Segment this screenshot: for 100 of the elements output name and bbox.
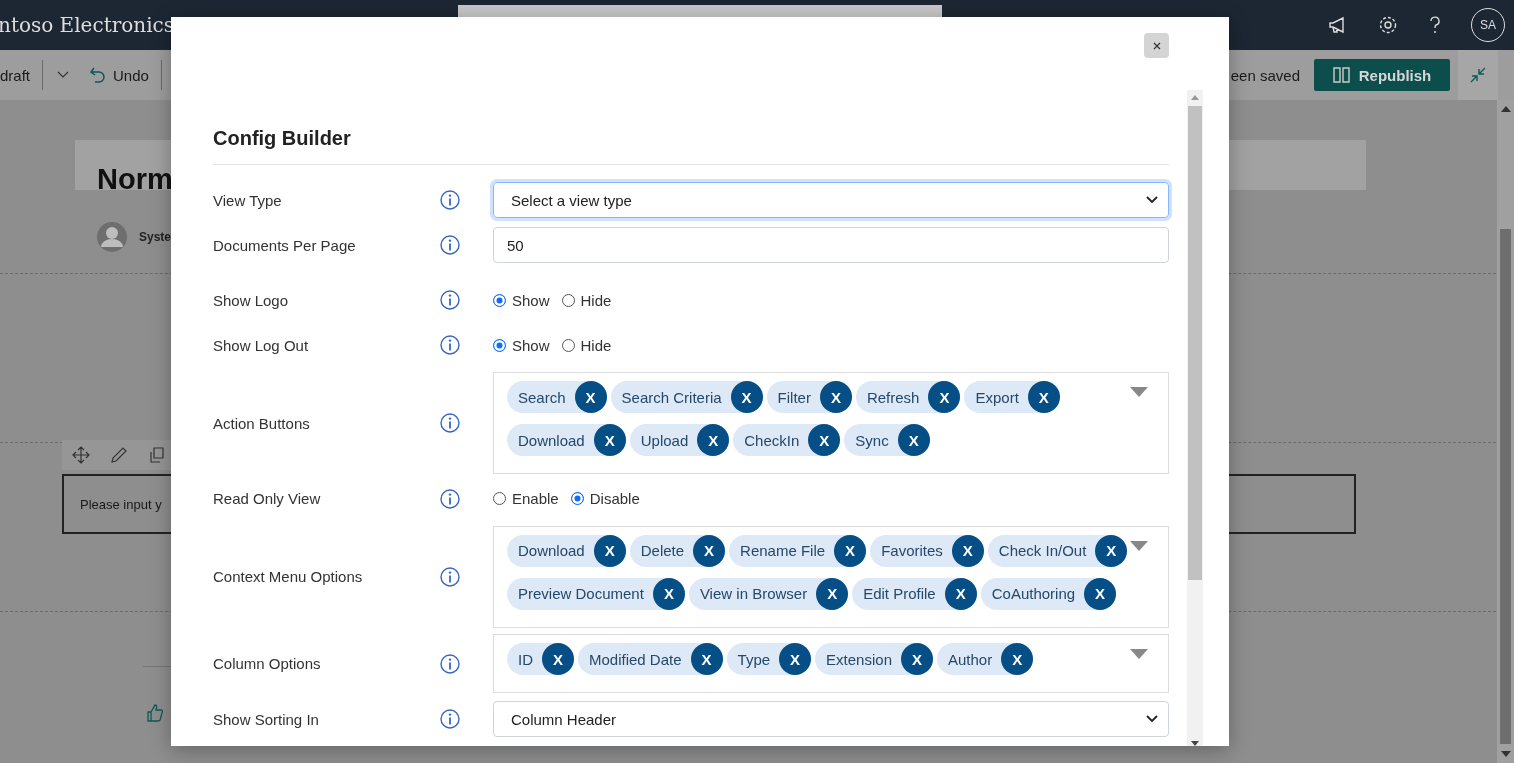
info-icon[interactable] (440, 335, 460, 355)
field-label: Read Only View (213, 490, 322, 508)
remove-tag-button[interactable]: X (834, 534, 867, 567)
info-icon[interactable] (440, 413, 460, 433)
remove-tag-button[interactable]: X (697, 424, 730, 456)
help-icon[interactable] (1427, 14, 1443, 36)
author-name[interactable]: Syste (139, 230, 172, 244)
remove-tag-button[interactable]: X (574, 381, 607, 413)
book-icon (1332, 67, 1350, 83)
info-icon[interactable] (440, 709, 460, 729)
pencil-icon[interactable] (110, 446, 128, 464)
close-icon (1152, 41, 1161, 50)
page-scrollbar[interactable] (1497, 100, 1514, 763)
republish-button[interactable]: Republish (1314, 59, 1450, 91)
remove-tag-button[interactable]: X (693, 534, 726, 567)
radio-option[interactable]: Hide (561, 336, 612, 354)
tag-label: Author (947, 650, 993, 668)
settings-icon[interactable] (1377, 14, 1399, 36)
copy-icon[interactable] (148, 446, 166, 464)
person-silhouette-icon (97, 222, 127, 252)
caret-icon[interactable] (1130, 540, 1148, 551)
tag-label: Delete (640, 542, 685, 560)
tag-label: Extension (826, 650, 892, 668)
save-draft-button[interactable]: draft (0, 66, 30, 84)
tag-label: View in Browser (699, 585, 808, 603)
tag-label: Rename File (740, 542, 826, 560)
remove-tag-button[interactable]: X (1095, 534, 1128, 567)
multiselect-field[interactable]: Download X Delete X Rename File X Favorites X Check In/Out X Preview Document X View in Browser X Edit Profile X CoAuthoring X (493, 525, 1169, 628)
dropdown-field[interactable]: Select a view type (493, 182, 1169, 218)
radio-option[interactable]: Show (493, 336, 550, 354)
radio-option[interactable]: Hide (561, 291, 612, 309)
caret-icon[interactable] (1130, 649, 1148, 660)
undo-icon[interactable] (89, 66, 107, 84)
chevron-icon (1146, 196, 1158, 204)
remove-tag-button[interactable]: X (779, 643, 812, 676)
radio-option[interactable]: Show (493, 291, 550, 309)
remove-tag-button[interactable]: X (730, 381, 763, 413)
tag-label: Download (518, 431, 585, 449)
remove-tag-button[interactable]: X (1027, 381, 1060, 413)
info-icon[interactable] (440, 566, 460, 587)
remove-tag-button[interactable]: X (1001, 643, 1034, 676)
field-label: Action Buttons (213, 414, 311, 432)
radio-option[interactable]: Disable (570, 490, 640, 508)
tag-label: Edit Profile (863, 585, 936, 603)
dialog-scrollbar[interactable] (1187, 90, 1203, 746)
radio-option[interactable]: Enable (493, 490, 559, 508)
remove-tag-button[interactable]: X (652, 577, 685, 610)
field-label: View Type (213, 191, 283, 209)
remove-tag-button[interactable]: X (897, 424, 930, 456)
remove-tag-button[interactable]: X (593, 424, 626, 456)
remove-tag-button[interactable]: X (816, 577, 849, 610)
multiselect-field[interactable]: Search X Search Criteria X Filter X Refresh X Export X Download X Upload X CheckIn X Sync X (493, 372, 1169, 474)
tag-label: Export (975, 388, 1019, 406)
dropdown-field[interactable]: Column Header (493, 701, 1169, 737)
tag-label: CoAuthoring (991, 585, 1076, 603)
undo-button[interactable]: Undo (113, 66, 149, 84)
scroll-up-icon[interactable] (1500, 106, 1511, 112)
tag-label: Search (518, 388, 566, 406)
remove-tag-button[interactable]: X (593, 534, 626, 567)
scroll-down-icon[interactable] (1500, 751, 1511, 757)
info-icon[interactable] (440, 235, 460, 255)
info-icon[interactable] (440, 488, 460, 509)
dialog-title: Config Builder (213, 127, 352, 151)
caret-icon[interactable] (1130, 387, 1148, 397)
caret-icon[interactable] (57, 71, 69, 79)
remove-tag-button[interactable]: X (819, 381, 852, 413)
remove-tag-button[interactable]: X (951, 534, 984, 567)
tag-label: Upload (640, 431, 689, 449)
field-label: Show Sorting In (213, 710, 320, 728)
tag-label: Preview Document (518, 585, 644, 603)
remove-tag-button[interactable]: X (690, 643, 723, 676)
field-label: Context Menu Options (213, 568, 364, 586)
remove-tag-button[interactable]: X (944, 577, 977, 610)
remove-tag-button[interactable]: X (1084, 577, 1117, 610)
like-icon[interactable] (146, 703, 164, 723)
multiselect-field[interactable]: ID X Modified Date X Type X Extension X Author X (493, 634, 1169, 694)
collapse-icon (1469, 66, 1487, 84)
page-title: Norm (97, 163, 173, 196)
chevron-icon (1146, 715, 1158, 723)
tag-label: Type (737, 650, 771, 668)
tag-label: CheckIn (744, 431, 800, 449)
scroll-down-icon[interactable] (1191, 741, 1199, 746)
field-label: Documents Per Page (213, 236, 357, 254)
field-label: Column Options (213, 655, 322, 673)
tag-label: Download (518, 542, 585, 560)
text-webpart-content: Please input y (80, 496, 162, 512)
tag-label: Filter (777, 388, 811, 406)
info-icon[interactable] (440, 290, 460, 310)
field-label: Show Log Out (213, 336, 310, 354)
field-label: Show Logo (213, 291, 290, 309)
remove-tag-button[interactable]: X (928, 381, 961, 413)
text-field[interactable]: 50 (493, 227, 1169, 263)
info-icon[interactable] (440, 190, 460, 210)
tag-label: Check In/Out (998, 542, 1087, 560)
save-status: een saved (1230, 66, 1300, 84)
info-icon[interactable] (440, 653, 460, 674)
remove-tag-button[interactable]: X (900, 643, 933, 676)
remove-tag-button[interactable]: X (808, 424, 841, 456)
remove-tag-button[interactable]: X (542, 643, 574, 676)
move-icon[interactable] (72, 446, 90, 464)
